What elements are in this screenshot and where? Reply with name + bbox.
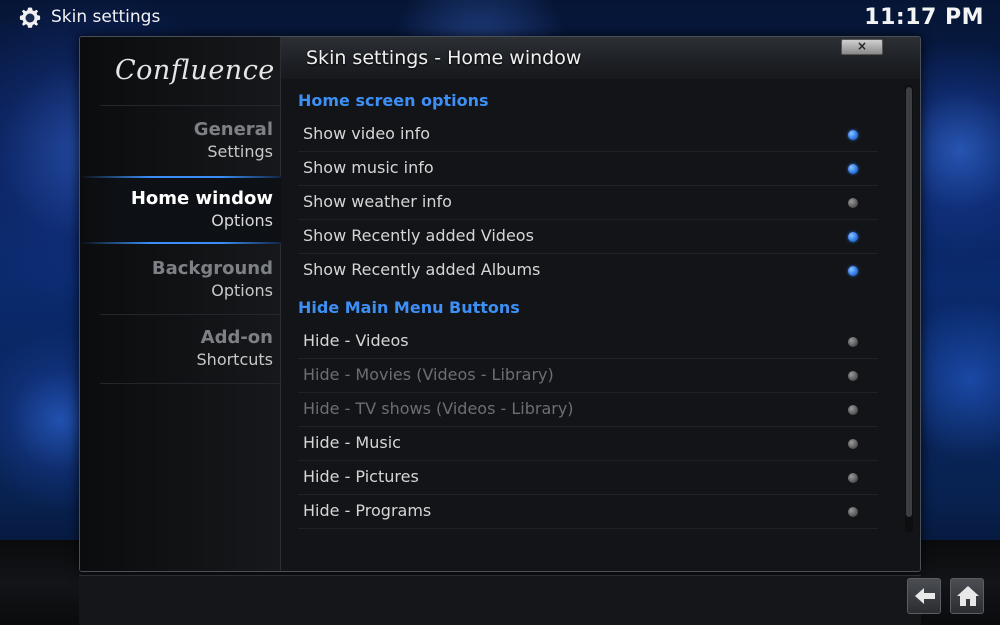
setting-label: Hide - Videos <box>303 331 409 350</box>
setting-hide-programs[interactable]: Hide - Programs <box>298 495 878 529</box>
radio-off-icon <box>848 405 858 415</box>
sidebar: Confluence General Settings Home window … <box>80 37 281 571</box>
sidebar-item-subtitle: Options <box>211 281 273 300</box>
setting-label: Show Recently added Albums <box>303 260 541 279</box>
radio-on-icon[interactable] <box>848 164 858 174</box>
radio-off-icon[interactable] <box>848 439 858 449</box>
skin-settings-dialog: Confluence General Settings Home window … <box>79 36 921 572</box>
sidebar-item-add-on[interactable]: Add-on Shortcuts <box>80 315 281 383</box>
setting-show-recently-added-albums[interactable]: Show Recently added Albums <box>298 254 878 288</box>
setting-label: Hide - Music <box>303 433 401 452</box>
sidebar-item-home-window[interactable]: Home window Options <box>80 176 281 244</box>
radio-on-icon[interactable] <box>848 232 858 242</box>
setting-label: Show music info <box>303 158 434 177</box>
setting-show-video-info[interactable]: Show video info <box>298 118 878 152</box>
radio-off-icon[interactable] <box>848 507 858 517</box>
home-button[interactable] <box>950 578 984 614</box>
settings-list: Home screen options Show video info Show… <box>281 81 901 571</box>
sidebar-item-title: Home window <box>130 188 273 209</box>
radio-on-icon[interactable] <box>848 266 858 276</box>
radio-on-icon[interactable] <box>848 130 858 140</box>
setting-label: Show video info <box>303 124 431 143</box>
sidebar-item-subtitle: Options <box>211 211 273 230</box>
gear-icon <box>19 7 41 28</box>
radio-off-icon[interactable] <box>848 337 858 347</box>
setting-label: Show weather info <box>303 192 452 211</box>
dialog-title: Skin settings - Home window <box>306 47 582 69</box>
sidebar-divider <box>100 105 281 106</box>
setting-hide-movies: Hide - Movies (Videos - Library) <box>298 359 878 393</box>
scrollbar[interactable] <box>905 85 913 533</box>
sidebar-item-background[interactable]: Background Options <box>80 246 281 314</box>
setting-label: Show Recently added Videos <box>303 226 534 245</box>
setting-label: Hide - Pictures <box>303 467 419 486</box>
scrollbar-thumb[interactable] <box>906 87 912 517</box>
setting-hide-tv-shows: Hide - TV shows (Videos - Library) <box>298 393 878 427</box>
section-header-home-screen-options: Home screen options <box>298 91 489 110</box>
sidebar-item-title: General <box>193 119 273 140</box>
setting-label: Hide - Movies (Videos - Library) <box>303 365 554 384</box>
back-arrow-icon <box>915 588 935 604</box>
sidebar-item-subtitle: Settings <box>207 142 273 161</box>
sidebar-item-subtitle: Shortcuts <box>196 350 273 369</box>
back-button[interactable] <box>907 578 941 614</box>
sidebar-item-title: Add-on <box>200 327 273 348</box>
top-bar: Skin settings 11:17 PM <box>0 0 1000 36</box>
section-header-hide-main-menu-buttons: Hide Main Menu Buttons <box>298 298 520 317</box>
app-title: Skin settings <box>51 7 161 27</box>
setting-label: Hide - TV shows (Videos - Library) <box>303 399 574 418</box>
setting-show-recently-added-videos[interactable]: Show Recently added Videos <box>298 220 878 254</box>
clock: 11:17 PM <box>864 5 984 30</box>
radio-off-icon[interactable] <box>848 198 858 208</box>
sidebar-item-general[interactable]: General Settings <box>80 107 281 175</box>
setting-hide-pictures[interactable]: Hide - Pictures <box>298 461 878 495</box>
confluence-logo: Confluence <box>115 55 275 86</box>
setting-hide-videos[interactable]: Hide - Videos <box>298 325 878 359</box>
sidebar-item-title: Background <box>151 258 273 279</box>
setting-hide-music[interactable]: Hide - Music <box>298 427 878 461</box>
radio-off-icon <box>848 371 858 381</box>
close-button[interactable]: × <box>841 39 883 55</box>
home-icon <box>957 586 979 606</box>
setting-show-music-info[interactable]: Show music info <box>298 152 878 186</box>
radio-off-icon[interactable] <box>848 473 858 483</box>
setting-show-weather-info[interactable]: Show weather info <box>298 186 878 220</box>
bottom-panel <box>79 575 921 625</box>
sidebar-divider <box>100 383 281 384</box>
setting-label: Hide - Programs <box>303 501 432 520</box>
